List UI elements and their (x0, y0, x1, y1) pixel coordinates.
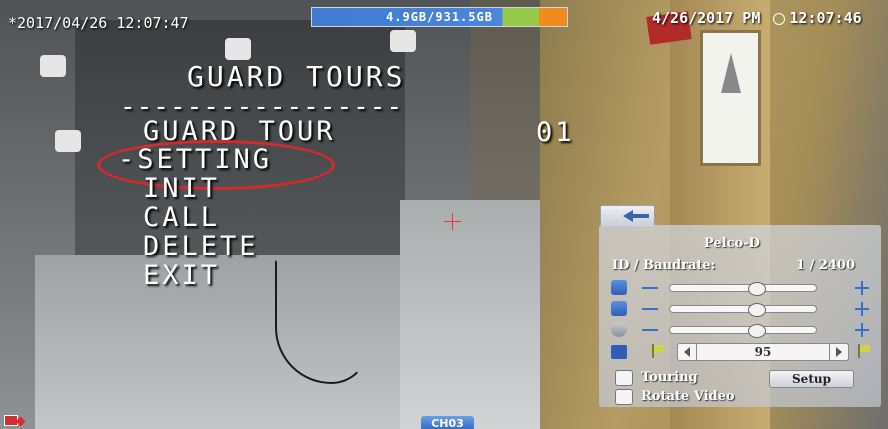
focus-plus-button[interactable] (855, 302, 869, 316)
osd-datetime-left: *2017/04/26 12:07:47 (8, 14, 189, 32)
menu-title: GUARD TOURS (187, 60, 406, 93)
menu-item-delete[interactable]: DELETE (143, 232, 259, 262)
crosshair-icon (444, 213, 461, 230)
zoom-icon (611, 280, 627, 295)
camera-scene-cable (275, 260, 369, 384)
zoom-minus-button[interactable] (642, 287, 658, 289)
tour-value-stepper[interactable]: 95 (677, 343, 849, 361)
id-baudrate-value: 1 / 2400 (796, 258, 856, 273)
daylight-icon (773, 12, 786, 25)
camera-view: *2017/04/26 12:07:47 4.9GB/931.5GB 4/26/… (0, 0, 888, 429)
camera-scene-device (55, 130, 81, 152)
hdd-usage-label: 4.9GB/931.5GB (386, 10, 493, 24)
menu-item-init[interactable]: INIT (143, 174, 220, 204)
zoom-slider-knob[interactable] (748, 282, 766, 296)
stepper-divider (829, 344, 830, 360)
menu-item-call[interactable]: CALL (143, 203, 220, 233)
tour-control-row: 95 (611, 343, 876, 361)
camera-scene-door-window (700, 30, 761, 166)
zoom-plus-button[interactable] (855, 281, 869, 295)
focus-icon (611, 301, 627, 316)
menu-item-exit[interactable]: EXIT (143, 261, 220, 291)
arrow-left-icon (622, 210, 649, 222)
tour-value: 95 (754, 345, 772, 359)
focus-slider[interactable] (669, 303, 817, 317)
tour-return-icon[interactable] (611, 345, 627, 359)
camera-scene-device (390, 30, 416, 52)
iris-minus-button[interactable] (642, 329, 658, 331)
end-flag-icon[interactable] (855, 344, 871, 358)
iris-slider[interactable] (669, 324, 817, 338)
channel-badge[interactable]: CH03 (421, 416, 474, 429)
record-icon (4, 413, 26, 427)
osd-date-right: 4/26/2017 PM (652, 9, 761, 27)
focus-slider-row (611, 300, 876, 318)
zoom-slider-row (611, 279, 876, 297)
back-button[interactable] (600, 205, 655, 227)
camera-scene-device (225, 38, 251, 60)
rotate-video-checkbox[interactable] (615, 389, 633, 405)
id-baudrate-label: ID / Baudrate: (612, 258, 716, 273)
iris-slider-row (611, 321, 876, 339)
touring-label: Touring (641, 370, 698, 385)
rotate-video-label: Rotate Video (641, 389, 735, 404)
start-flag-icon[interactable] (649, 344, 665, 358)
ptz-protocol: Pelco-D (704, 236, 760, 251)
osd-datetime-right: 4/26/2017 PM 12:07:46 (652, 9, 862, 27)
setup-button[interactable]: Setup (769, 370, 854, 388)
hdd-usage-bar: 4.9GB/931.5GB (311, 7, 568, 27)
increment-arrow-icon[interactable] (836, 347, 842, 357)
iris-plus-button[interactable] (855, 323, 869, 337)
focus-slider-knob[interactable] (748, 303, 766, 317)
guard-tour-number[interactable]: 01 (536, 117, 575, 148)
osd-time-right: 12:07:46 (789, 9, 862, 27)
zoom-slider[interactable] (669, 282, 817, 296)
touring-checkbox[interactable] (615, 370, 633, 386)
camera-scene-device (40, 55, 66, 77)
iris-icon (611, 322, 627, 337)
focus-minus-button[interactable] (642, 308, 658, 310)
iris-slider-knob[interactable] (748, 324, 766, 338)
